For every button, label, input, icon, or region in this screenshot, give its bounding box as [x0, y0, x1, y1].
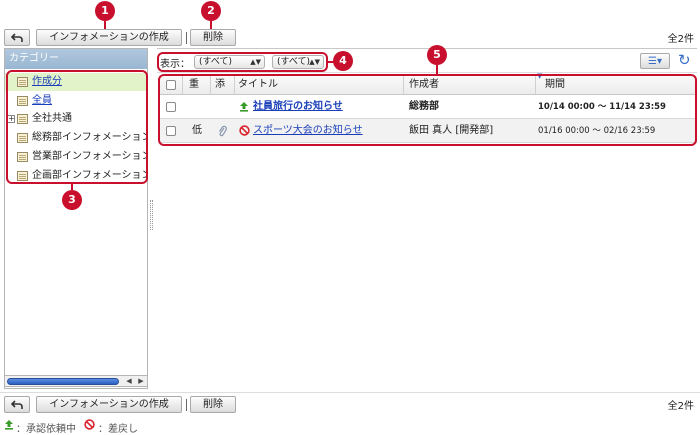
back-button[interactable] [4, 29, 30, 46]
callout-2-stem [210, 21, 212, 29]
create-information-button[interactable]: インフォメーションの作成 [36, 29, 182, 46]
scroll-right-icon[interactable]: ▶ [136, 377, 146, 386]
refresh-icon[interactable]: ↻ [678, 51, 691, 69]
pane-splitter-icon[interactable] [150, 200, 153, 230]
callout-3: 3 [62, 190, 82, 210]
toolbar-separator [186, 32, 187, 44]
callout-4-box [157, 52, 328, 72]
list-menu-icon: ☰▾ [648, 56, 662, 67]
callout-5: 5 [427, 45, 447, 65]
legend-returned-label: ：差戻し [98, 424, 138, 435]
back-arrow-icon [10, 400, 23, 409]
back-arrow-icon [10, 33, 23, 42]
sidebar-horizontal-scrollbar[interactable]: ◀ ▶ [4, 375, 148, 387]
approval-request-icon [5, 420, 13, 430]
delete-button-bottom[interactable]: 削除 [190, 396, 236, 413]
callout-4: 4 [333, 51, 353, 71]
callout-5-stem [436, 65, 438, 74]
callout-2: 2 [201, 1, 221, 21]
callout-1: 1 [95, 1, 115, 21]
bottom-divider [0, 392, 700, 393]
scroll-left-icon[interactable]: ◀ [124, 377, 134, 386]
back-button-bottom[interactable] [4, 396, 30, 413]
total-count: 全2件 [667, 34, 694, 45]
scrollbar-thumb[interactable] [7, 378, 119, 385]
callout-3-box [6, 70, 148, 184]
total-count-bottom: 全2件 [667, 401, 694, 412]
callout-1-stem [104, 21, 106, 29]
create-information-button-bottom[interactable]: インフォメーションの作成 [36, 396, 182, 413]
sidebar-header: カテゴリー [5, 49, 147, 69]
returned-icon [84, 419, 95, 430]
delete-button[interactable]: 削除 [190, 29, 236, 46]
callout-5-box [158, 74, 697, 146]
toolbar-separator [186, 399, 187, 411]
list-view-menu-button[interactable]: ☰▾ [640, 53, 670, 69]
legend-approval-label: ：承認依頼中 [16, 424, 76, 435]
